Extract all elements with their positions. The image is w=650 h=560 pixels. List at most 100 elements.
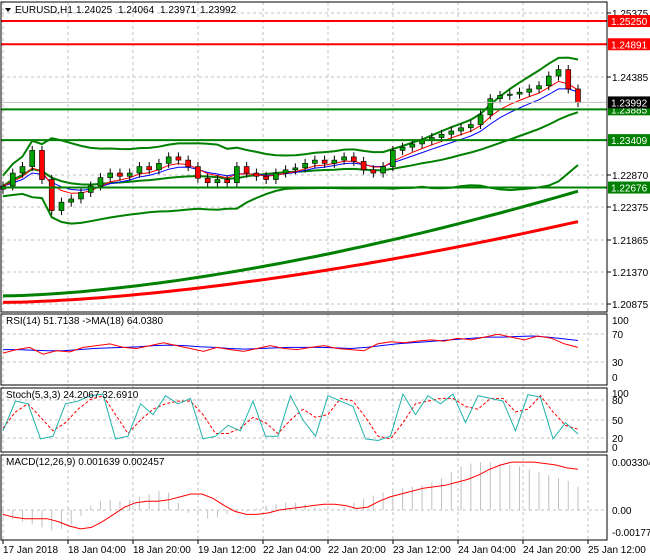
macd-signal-line [2,461,579,530]
bollinger-upper-band [2,56,579,177]
y-tick-label: 0.00 [612,506,632,517]
y-tick-label: 0 [612,443,618,454]
macd-title: MACD(12,26,9) 0.001639 0.002457 [6,457,165,468]
candle-body [146,166,152,171]
candle-body [175,156,182,161]
candle-body [321,159,328,164]
rsi-panel[interactable] [2,333,579,355]
candle-body [312,159,318,164]
x-tick-label: 22 Jan 04:00 [263,545,321,556]
macd-panel[interactable] [2,461,579,531]
price-panel[interactable] [0,20,608,304]
x-tick-label: 25 Jan 12:00 [588,545,646,556]
main-frame [0,1,608,313]
candle-body [214,179,221,184]
close-value: 1.23992 [200,5,237,16]
candle-body [9,172,16,187]
symbol-label: EURUSD,H1 [15,5,73,16]
candle-body [234,166,240,184]
stoch-title: Stoch(5,3,3) 24.2067 32.6910 [6,390,139,401]
candle-body [477,114,484,125]
candle-body [68,198,75,203]
low-value: 1.23971 [160,5,197,16]
candle-body [360,161,367,171]
y-tick-label: 70 [612,330,624,341]
ema-fast-line [2,80,579,194]
candle-body [273,172,279,180]
candle-body [224,179,230,184]
candle-body [399,146,406,151]
y-tick-label: 1.22375 [612,203,649,214]
candle-body [331,159,338,164]
candle-body [545,75,552,87]
y-tick-label: 1.20875 [612,300,649,311]
candle-body [380,166,386,174]
candle-body [243,166,250,174]
current-price-label: 1.23992 [611,98,648,109]
candle-body [282,169,289,174]
candle-body [390,150,396,167]
candle-body [204,177,211,184]
y-tick-label: 80 [612,396,624,407]
level-price-label: 1.24891 [611,40,648,51]
candle-body [78,192,84,200]
candle-body [526,88,533,93]
y-tick-label: -0.001778 [612,528,650,539]
y-tick-label: 1.21865 [612,236,649,247]
candle-body [39,150,45,180]
y-tick-label: 1.21370 [612,268,649,279]
high-value: 1.24064 [118,5,155,16]
candle-body [565,69,572,90]
candle-body [107,172,114,178]
y-tick-label: 30 [612,358,624,369]
candle-body [351,156,357,162]
candle-body [506,93,513,96]
x-tick-label: 17 Jan 2018 [3,545,58,556]
candle-body [448,130,455,135]
candle-body [117,172,123,177]
y-tick-label: 0 [612,373,618,384]
candle-body [575,88,581,103]
candle-body [48,179,55,211]
candle-body [302,163,308,169]
open-value: 1.24025 [76,5,113,16]
x-tick-label: 18 Jan 04:00 [68,545,126,556]
candle-body [253,172,260,177]
y-tick-label: 0.003304 [612,458,650,469]
candle-body [156,163,162,171]
candle-body [58,201,65,211]
trading-chart[interactable]: 17 Jan 2018 18 Jan 04:00 18 Jan 20:00 19 Ja… [0,0,650,560]
candle-body [409,143,416,148]
candle-body [419,140,425,145]
candle-body [536,85,542,90]
level-price-label: 1.22676 [611,184,648,195]
candle-body [497,95,503,99]
x-tick-label: 18 Jan 20:00 [133,545,191,556]
candle-body [467,124,474,129]
x-tick-label: 24 Jan 20:00 [523,545,581,556]
candle-body [438,133,445,138]
y-tick-label: 1.22870 [612,171,649,182]
candle-body [292,167,299,171]
candle-body [263,175,269,180]
y-tick-label: 100 [612,316,629,327]
level-price-label: 1.23409 [611,136,648,147]
stoch-panel[interactable] [2,392,579,442]
candle-body [458,127,464,132]
candle-body [165,156,172,164]
candle-body [487,98,494,116]
collapse-triangle-icon[interactable] [5,8,11,12]
candle-body [555,69,562,77]
candle-body [29,150,36,167]
x-tick-label: 22 Jan 20:00 [328,545,386,556]
y-tick-label: 1.24385 [612,73,649,84]
candle-body [97,177,104,187]
candle-body [126,172,133,177]
level-price-label: 1.25250 [611,17,648,28]
candle-body [136,166,143,174]
x-tick-label: 24 Jan 04:00 [458,545,516,556]
candle-body [195,166,201,179]
candle-body [516,91,523,95]
y-tick-label: 50 [612,416,624,427]
stoch-main-line [2,392,579,442]
